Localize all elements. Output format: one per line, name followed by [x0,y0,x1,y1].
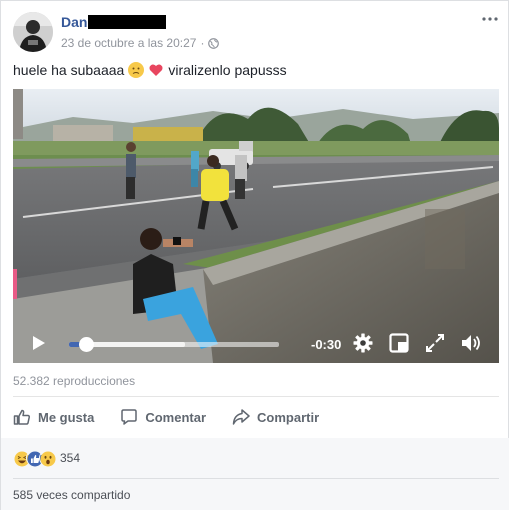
like-label: Me gusta [38,409,95,425]
share-count[interactable]: 585 veces compartido [13,488,130,502]
divider [13,478,499,479]
share-arrow-icon [232,409,250,425]
redaction-box [88,15,167,29]
wow-reaction-icon [39,450,56,467]
share-button[interactable]: Compartir [232,408,319,426]
divider [13,396,499,397]
author-avatar[interactable] [13,12,53,52]
author-line: Dan [61,14,167,30]
comment-button[interactable]: Comentar [120,408,206,426]
caption-text-start: huele ha subaaaa [13,62,125,78]
share-label: Compartir [257,409,320,425]
settings-gear-icon[interactable] [353,333,373,353]
author-name[interactable]: Dan [61,14,87,30]
video-player[interactable]: -0:30 [13,89,499,363]
caption-text-end: viralizenlo papusss [168,62,287,78]
more-options-icon[interactable] [482,13,498,23]
thumbs-up-icon [13,409,30,425]
like-button[interactable]: Me gusta [13,408,94,426]
play-icon[interactable] [31,335,47,351]
meta-separator: · [200,36,205,50]
globe-icon[interactable] [208,37,220,49]
pip-icon[interactable] [389,333,409,353]
progress-bar[interactable] [69,337,279,352]
feed-post: Dan 23 de octubre a las 20:27 · huele ha… [0,0,509,510]
volume-icon[interactable] [461,333,481,353]
heart-icon [148,62,164,78]
time-remaining: -0:30 [311,337,342,352]
video-controls: -0:30 [13,323,499,363]
sad-face-icon [128,62,145,78]
progress-thumb[interactable] [78,337,94,352]
comment-bubble-icon [121,409,138,425]
post-meta: 23 de octubre a las 20:27 · [61,36,220,50]
comment-label: Comentar [145,409,207,425]
video-frame [13,89,499,363]
reaction-summary[interactable]: 354 [13,449,80,467]
post-timestamp[interactable]: 23 de octubre a las 20:27 [61,36,196,50]
reaction-count: 354 [60,451,81,465]
action-bar: Me gusta Comentar Compartir [13,405,499,429]
view-count: 52.382 reproducciones [13,374,136,388]
fullscreen-icon[interactable] [425,333,445,353]
post-caption: huele ha subaaaa viralizenlo papusss [13,62,287,78]
